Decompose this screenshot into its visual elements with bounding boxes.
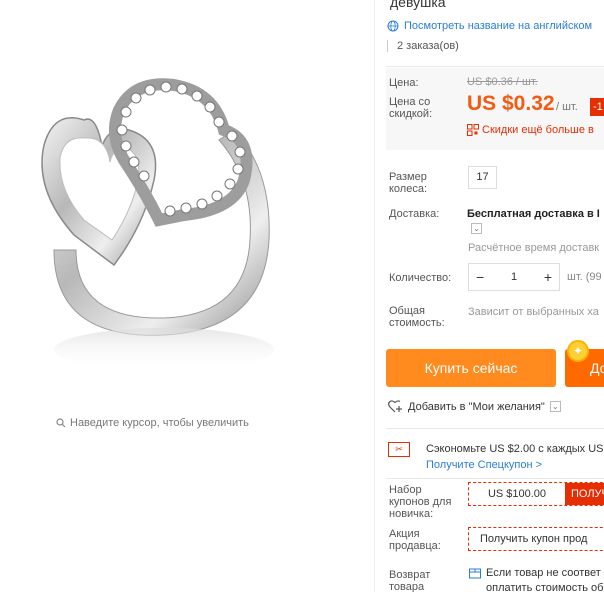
product-title: девушка: [390, 0, 446, 10]
coupon-save-text: Сэкономьте US $2.00 с каждых US: [426, 443, 604, 455]
wishlist-dropdown-icon[interactable]: ⌄: [549, 401, 561, 412]
wishlist-label[interactable]: Добавить в "Мои желания": [408, 401, 545, 413]
app-discount-text[interactable]: Скидки ещё больше в: [482, 124, 594, 136]
return-box-icon: [469, 568, 481, 579]
heart-plus-icon: [388, 400, 402, 413]
size-option-17[interactable]: 17: [468, 166, 497, 189]
quantity-increase-button[interactable]: +: [544, 269, 552, 285]
return-label: Возврат товара: [389, 569, 431, 592]
qr-code-icon: [467, 124, 479, 136]
shipping-label: Доставка:: [389, 208, 440, 220]
quantity-label: Количество:: [389, 272, 452, 284]
divider: [386, 66, 604, 67]
special-coupon-link[interactable]: Получите Спецкупон >: [426, 459, 542, 471]
discount-badge: -1: [590, 98, 604, 116]
quantity-stepper: − 1 +: [468, 263, 560, 291]
product-image[interactable]: [14, 50, 314, 380]
pane-divider: [374, 0, 375, 592]
seller-coupon-text[interactable]: Получить купон прод: [480, 533, 587, 545]
add-to-wishlist[interactable]: Добавить в "Мои желания" ⌄: [388, 400, 561, 413]
globe-icon: [387, 20, 399, 32]
price-label: Цена:: [389, 77, 419, 89]
divider: [386, 478, 604, 479]
size-label: Размер колеса:: [389, 171, 428, 195]
translate-title-link[interactable]: Посмотреть название на английском: [387, 20, 592, 32]
discount-price: US $0.32: [467, 92, 555, 115]
orders-count: 2 заказа(ов): [397, 40, 459, 52]
seller-promo-label: Акция продавца:: [389, 528, 441, 552]
coin-icon: ✦: [567, 340, 589, 362]
return-policy-text: Если товар не соответ оплатить стоимость…: [486, 566, 603, 592]
newbie-coupon-label: Набор купонов для новичка:: [389, 484, 452, 520]
quantity-input[interactable]: 1: [511, 271, 517, 283]
magnifier-icon: [56, 418, 66, 428]
buy-now-button[interactable]: Купить сейчас: [386, 349, 556, 387]
get-coupon-button[interactable]: ПОЛУЧ: [565, 483, 604, 505]
coupon-icon: ✂: [388, 442, 410, 457]
newbie-coupon-amount: US $100.00: [487, 488, 547, 500]
total-value: Зависит от выбранных ха: [468, 306, 599, 318]
orders-divider: [387, 40, 388, 52]
seller-coupon-button[interactable]: Получить купон прод: [468, 527, 604, 551]
old-price: US $0.36 / шт.: [467, 76, 538, 88]
quantity-available: шт. (99: [567, 271, 602, 283]
return-policy-line-1: Если товар не соответ: [486, 567, 601, 579]
zoom-hint-text: Наведите курсор, чтобы увеличить: [70, 417, 249, 429]
price-unit: / шт.: [556, 101, 578, 113]
zoom-hint: Наведите курсор, чтобы увеличить: [56, 417, 249, 429]
discount-price-label: Цена со скидкой:: [389, 96, 433, 120]
shipping-estimate: Расчётное время доставк: [468, 242, 600, 254]
newbie-coupon[interactable]: US $100.00 ПОЛУЧ: [468, 482, 604, 506]
shipping-method: Бесплатная доставка в I: [467, 208, 600, 220]
app-discount-link[interactable]: Скидки ещё больше в: [467, 124, 594, 136]
product-image-pane: Наведите курсор, чтобы увеличить: [0, 0, 374, 592]
return-policy-line-2: оплатить стоимость об: [486, 582, 604, 592]
shipping-dropdown-icon[interactable]: ⌄: [471, 223, 482, 234]
divider: [386, 428, 604, 429]
total-label: Общая стоимость:: [389, 305, 445, 329]
translate-link-text[interactable]: Посмотреть название на английском: [404, 20, 592, 32]
quantity-decrease-button[interactable]: −: [476, 269, 484, 285]
